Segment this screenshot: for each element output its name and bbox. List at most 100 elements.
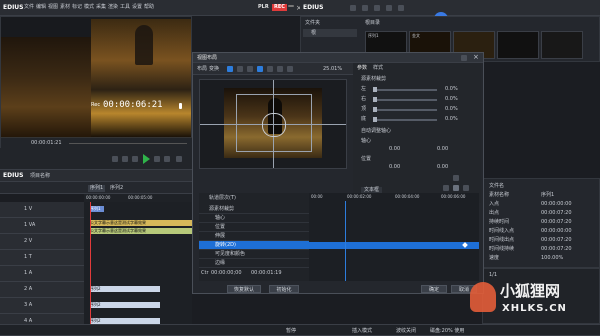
center-icon[interactable]	[453, 185, 459, 191]
crop-field-value[interactable]: 0.0%	[445, 87, 458, 92]
menu-item[interactable]: 素材	[60, 5, 70, 10]
crop-slider[interactable]	[373, 117, 437, 122]
crop-slider[interactable]	[373, 97, 437, 102]
dialog-title: 视图布局	[197, 55, 218, 61]
rewind-icon[interactable]	[132, 156, 138, 162]
position-x[interactable]: 0.00	[389, 165, 400, 170]
slider-handle[interactable]	[373, 97, 377, 102]
tree-row[interactable]: 轴心	[199, 214, 309, 223]
keyframe-timeline[interactable]: 00:00 00:00:02:00 00:00:04:00 00:00:06:0…	[309, 193, 479, 281]
video-clip[interactable]: 序列1	[90, 206, 104, 212]
bin-root-row[interactable]: 根	[303, 29, 357, 37]
kf-playhead[interactable]	[345, 201, 346, 281]
track-3a[interactable]: 3 A	[0, 298, 84, 314]
crop-slider[interactable]	[373, 87, 437, 92]
arrow-right-icon[interactable]	[463, 185, 469, 191]
crop-field-value[interactable]: 0.0%	[445, 107, 458, 112]
sequence-tab[interactable]: 序列1	[88, 185, 106, 192]
track-1t[interactable]: 1 T	[0, 250, 84, 266]
menu-item[interactable]: 渲染	[108, 5, 118, 10]
crop-slider[interactable]	[373, 107, 437, 112]
menu-item[interactable]: 帮助	[144, 5, 154, 10]
layout-tool-icon[interactable]	[227, 66, 233, 72]
restore-default-button[interactable]: 恢复默认	[227, 285, 261, 293]
cut-icon[interactable]	[386, 5, 392, 11]
time-end[interactable]: 00:00:01:19	[251, 271, 282, 276]
hand-tool-icon[interactable]	[277, 66, 283, 72]
title-clip-1[interactable]: 公文字幕示意这是测试字幕效果	[90, 220, 192, 226]
prev-frame-icon[interactable]	[122, 156, 128, 162]
dialog-tab-layout[interactable]: 布局	[197, 67, 207, 72]
timeline-playhead[interactable]	[90, 202, 91, 336]
params-tab-params[interactable]: 参数	[357, 66, 367, 71]
track-1v[interactable]: 1 V	[0, 202, 84, 218]
track-1a[interactable]: 1 A	[0, 266, 84, 282]
slider-handle[interactable]	[373, 107, 377, 112]
next-frame-icon[interactable]	[154, 156, 160, 162]
settings-icon[interactable]	[461, 55, 467, 61]
menu-item[interactable]: 视图	[48, 5, 58, 10]
position-y[interactable]: 0.00	[437, 165, 448, 170]
menu-item[interactable]: 文件	[24, 5, 34, 10]
axis-y[interactable]: 0.00	[437, 147, 448, 152]
rec-label[interactable]: REC	[272, 4, 287, 11]
menu-item[interactable]: 工具	[120, 5, 130, 10]
loop-icon[interactable]	[164, 156, 170, 162]
dialog-close-icon[interactable]: ×	[473, 54, 479, 61]
crop-tool-icon[interactable]	[237, 66, 243, 72]
audio-clip-1[interactable]: 序列2	[90, 286, 160, 292]
dialog-preview[interactable]	[199, 79, 347, 169]
arrow-left-icon[interactable]	[443, 185, 449, 191]
plr-label[interactable]: PLR	[258, 5, 269, 10]
seek-track[interactable]	[69, 143, 187, 144]
track-2a[interactable]: 2 A	[0, 282, 84, 298]
tree-row[interactable]: 可见度和颜色	[199, 250, 309, 259]
ok-button[interactable]: 确定	[421, 285, 447, 293]
slider-handle[interactable]	[373, 87, 377, 92]
menu-item[interactable]: 模式	[84, 5, 94, 10]
tree-row[interactable]: 位置	[199, 223, 309, 232]
timeline-tracks-area[interactable]: 序列1 公文字幕示意这是测试字幕效果 公文字幕示意这是测试字幕效果 序列2 序列…	[84, 202, 192, 336]
grid-tool-icon[interactable]	[247, 66, 253, 72]
fit-tool-icon[interactable]	[267, 66, 273, 72]
arrow-up-icon[interactable]	[453, 175, 459, 181]
tree-row[interactable]: 伸展	[199, 232, 309, 241]
axis-x[interactable]: 0.00	[389, 147, 400, 152]
bin-clip-thumb-5[interactable]	[541, 31, 583, 59]
folder-icon[interactable]	[362, 5, 368, 11]
pan-tool-icon[interactable]	[257, 66, 263, 72]
crop-field-value[interactable]: 0.0%	[445, 117, 458, 122]
bin-tab-folder[interactable]: 文件夹	[305, 21, 320, 26]
reset-button[interactable]: 初始化	[269, 285, 299, 293]
delete-icon[interactable]	[398, 5, 404, 11]
menu-item[interactable]: 标记	[72, 5, 82, 10]
stop-icon[interactable]	[112, 156, 118, 162]
sequence-tab-2[interactable]: 序列2	[108, 185, 125, 192]
record-icon[interactable]	[350, 5, 356, 11]
menu-item[interactable]: 采集	[96, 5, 106, 10]
crop-field-value[interactable]: 0.0%	[445, 97, 458, 102]
play-icon[interactable]	[143, 154, 150, 164]
menu-item[interactable]: 编辑	[36, 5, 46, 10]
tree-row[interactable]: 旋转(2D)	[199, 241, 309, 250]
bin-clip-thumb-4[interactable]	[497, 31, 539, 59]
track-1va[interactable]: 1 VA	[0, 218, 84, 234]
tool-icon[interactable]	[374, 5, 380, 11]
tree-row[interactable]: 源素材裁剪	[199, 205, 309, 214]
minimize-icon[interactable]	[288, 5, 294, 7]
audio-clip-2[interactable]: 序列2	[90, 302, 160, 308]
output-icon[interactable]	[176, 156, 182, 162]
zoom-level[interactable]: 25.01%	[323, 67, 342, 72]
bin-tab-root[interactable]: 根目录	[365, 21, 380, 26]
track-2v[interactable]: 2 V	[0, 234, 84, 250]
tree-row[interactable]: 边缘	[199, 259, 309, 268]
params-tab-style[interactable]: 样式	[373, 66, 383, 71]
time-start[interactable]: 00:00:00;00	[211, 271, 242, 276]
dialog-tab-transform[interactable]: 变换	[209, 67, 219, 72]
pivot-circle[interactable]	[262, 113, 286, 137]
auto-pivot-label[interactable]: 自动调整轴心	[361, 129, 391, 134]
menu-item[interactable]: 设置	[132, 5, 142, 10]
slider-handle[interactable]	[373, 117, 377, 122]
rotate-tool-icon[interactable]	[287, 66, 293, 72]
title-clip-2[interactable]: 公文字幕示意这是测试字幕效果	[90, 228, 192, 234]
